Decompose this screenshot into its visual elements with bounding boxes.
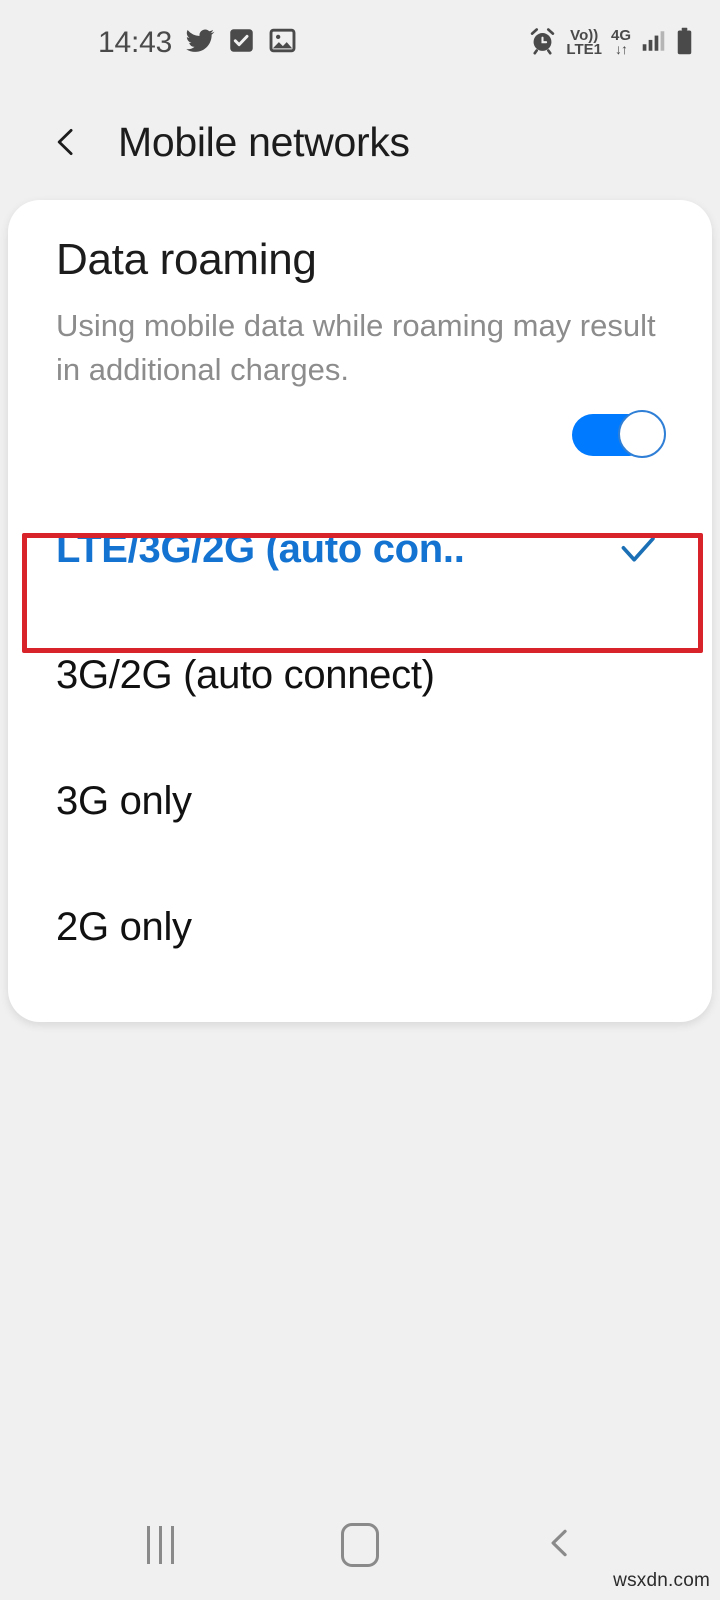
option-label: 2G only (56, 904, 192, 949)
data-roaming-toggle[interactable] (572, 410, 666, 459)
recents-icon (146, 1526, 174, 1564)
phone-screen: 14:43 Vo)) LTE1 4G ↓↑ Mobile networks Da… (0, 0, 720, 1600)
app-bar: Mobile networks (0, 86, 720, 198)
home-icon (341, 1523, 379, 1567)
gallery-image-icon (268, 26, 297, 60)
page-title: Mobile networks (118, 118, 410, 165)
alarm-clock-icon (528, 26, 557, 60)
volte-bottom-label: LTE1 (566, 41, 602, 58)
recents-button[interactable] (105, 1510, 215, 1580)
home-button[interactable] (305, 1510, 415, 1580)
battery-icon (675, 27, 694, 60)
status-bar-clock: 14:43 (98, 26, 173, 59)
option-label: 3G/2G (auto connect) (56, 652, 435, 697)
watermark: wsxdn.com (613, 1570, 710, 1591)
volte-indicator: Vo)) LTE1 (566, 28, 602, 58)
network-mode-option-lte-3g-2g[interactable]: LTE/3G/2G (auto con.. (8, 486, 712, 612)
system-navigation-bar (0, 1490, 720, 1600)
data-transfer-arrows-icon: ↓↑ (614, 41, 628, 58)
twitter-icon (185, 26, 215, 61)
data-roaming-section: Data roaming Using mobile data while roa… (8, 200, 712, 392)
back-chevron-icon[interactable] (46, 122, 86, 162)
settings-card: Data roaming Using mobile data while roa… (8, 200, 712, 1022)
network-type-indicator: 4G ↓↑ (611, 28, 631, 58)
option-label: LTE/3G/2G (auto con.. (56, 526, 465, 571)
network-mode-option-2g-only[interactable]: 2G only (8, 864, 712, 990)
toggle-knob (618, 410, 666, 459)
network-mode-option-3g-2g[interactable]: 3G/2G (auto connect) (8, 612, 712, 738)
option-label: 3G only (56, 778, 192, 823)
data-roaming-description: Using mobile data while roaming may resu… (56, 308, 656, 388)
back-icon (542, 1525, 578, 1566)
data-roaming-title: Data roaming (56, 235, 317, 284)
network-mode-option-3g-only[interactable]: 3G only (8, 738, 712, 864)
status-bar-right: Vo)) LTE1 4G ↓↑ (528, 26, 694, 60)
network-mode-option-list: LTE/3G/2G (auto con.. 3G/2G (auto connec… (8, 486, 712, 990)
status-bar-left: 14:43 (98, 26, 297, 61)
signal-bars-icon (640, 28, 666, 59)
check-icon (614, 525, 662, 573)
data-roaming-toggle-row (8, 392, 712, 459)
status-bar: 14:43 Vo)) LTE1 4G ↓↑ (0, 0, 720, 86)
back-button[interactable] (505, 1510, 615, 1580)
task-checkbox-icon (228, 27, 255, 59)
